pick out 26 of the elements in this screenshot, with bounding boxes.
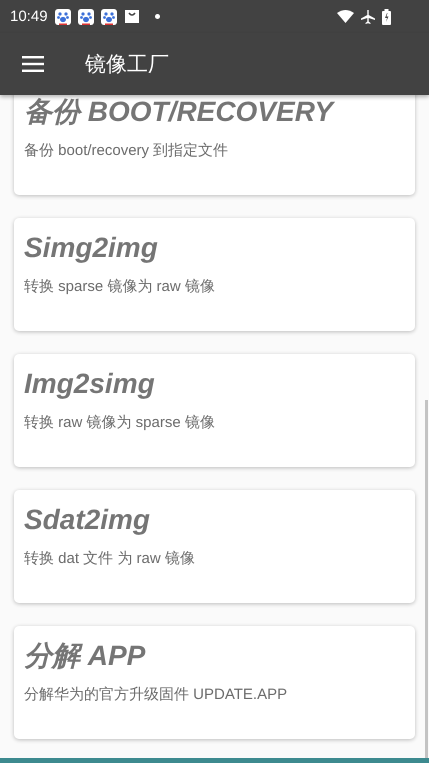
- tool-card[interactable]: Sdat2img 转换 dat 文件 为 raw 镜像: [14, 490, 415, 603]
- card-description: 分解华为的官方升级固件 UPDATE.APP: [24, 685, 288, 704]
- card-description: 转换 raw 镜像为 sparse 镜像: [24, 413, 216, 432]
- card-description: 转换 dat 文件 为 raw 镜像: [24, 549, 196, 568]
- paw-icon: [78, 8, 94, 24]
- card-title: Simg2img: [24, 231, 159, 265]
- card-title: 分解 APP: [24, 639, 146, 673]
- tool-card[interactable]: 备份 BOOT/RECOVERY 备份 boot/recovery 到指定文件: [14, 95, 415, 195]
- tool-card[interactable]: Simg2img 转换 sparse 镜像为 raw 镜像: [14, 218, 415, 331]
- card-title: Img2simg: [24, 367, 156, 401]
- card-title: 备份 BOOT/RECOVERY: [24, 95, 336, 129]
- card-description: 备份 boot/recovery 到指定文件: [24, 141, 230, 160]
- menu-icon[interactable]: [22, 56, 44, 72]
- wifi-icon: [337, 10, 354, 23]
- tool-card[interactable]: 分解 APP 分解华为的官方升级固件 UPDATE.APP: [14, 626, 415, 739]
- app-bar-title: 镜像工厂: [85, 51, 169, 78]
- tool-card[interactable]: Img2simg 转换 raw 镜像为 sparse 镜像: [14, 354, 415, 467]
- airplane-icon: [361, 10, 375, 24]
- card-title: Sdat2img: [24, 503, 152, 537]
- paw-icon: [54, 8, 71, 24]
- card-description: 转换 sparse 镜像为 raw 镜像: [24, 277, 216, 296]
- status-time: 10:49: [10, 8, 48, 25]
- paw-icon: [100, 8, 117, 24]
- battery-icon: [382, 8, 391, 24]
- shopping-bag-icon: [124, 9, 140, 24]
- notification-dot-icon: [154, 14, 160, 19]
